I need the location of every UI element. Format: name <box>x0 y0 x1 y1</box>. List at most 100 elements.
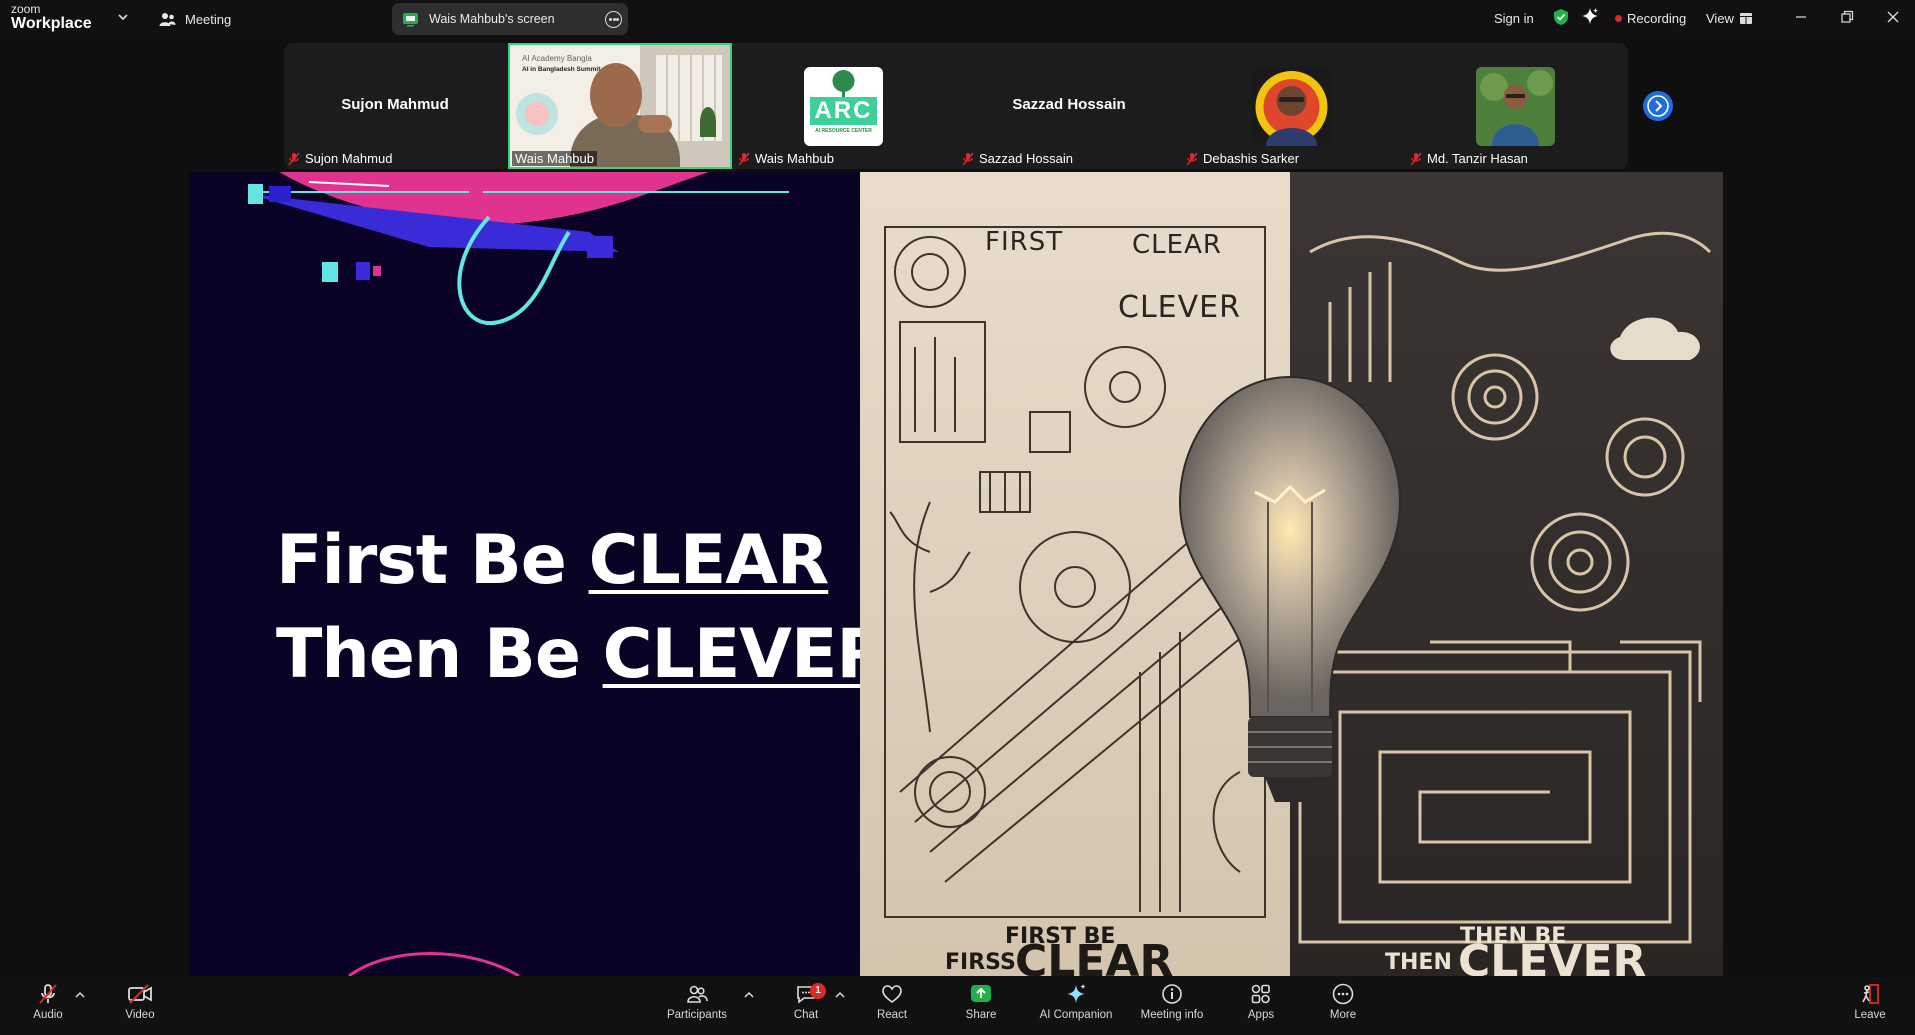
ai-companion-label: AI Companion <box>1039 1009 1113 1021</box>
video-banner-line1: AI Academy Bangla <box>522 54 592 63</box>
participant-label-text: Wais Mahbub <box>755 151 834 166</box>
participant-name-display: Sazzad Hossain <box>1012 96 1126 113</box>
meeting-menu-button[interactable]: Meeting <box>159 8 231 30</box>
participant-tile[interactable]: Debashis Sarker <box>1182 43 1404 169</box>
slide-text-panel: First Be CLEAR Then Be CLEVER <box>189 172 860 976</box>
muted-mic-icon <box>288 152 300 165</box>
participant-label: Wais Mahbub <box>738 151 834 166</box>
headline-line2: Then Be CLEVER <box>276 608 860 702</box>
minimize-icon[interactable] <box>1792 8 1810 26</box>
meeting-info-label: Meeting info <box>1140 1009 1204 1021</box>
grid-view-icon <box>1739 12 1752 24</box>
video-off-icon <box>128 984 152 1004</box>
apps-button[interactable]: Apps <box>1242 982 1280 1021</box>
video-button[interactable]: Video <box>118 982 162 1021</box>
participants-button[interactable]: Participants <box>664 982 730 1021</box>
restore-icon[interactable] <box>1838 8 1856 26</box>
chevron-right-icon <box>1647 95 1669 117</box>
chevron-down-icon[interactable] <box>116 10 130 24</box>
next-page-button[interactable] <box>1643 91 1673 121</box>
ai-sparkle-icon[interactable] <box>1581 7 1599 25</box>
zoom-workplace-logo[interactable]: zoom Workplace <box>11 3 92 32</box>
meeting-people-icon <box>159 12 176 26</box>
apps-icon <box>1251 984 1270 1004</box>
info-icon <box>1162 984 1182 1004</box>
speaker-hand <box>638 115 672 133</box>
art-text-then: THEN <box>1385 950 1452 975</box>
plant-decor <box>700 107 716 137</box>
audio-button[interactable]: Audio <box>26 982 70 1021</box>
screen-share-icon <box>403 12 418 27</box>
arc-logo-text: ARC <box>814 97 873 124</box>
art-text-clear: CLEAR <box>1132 230 1222 260</box>
muted-mic-icon <box>1186 152 1198 165</box>
heart-icon <box>882 985 902 1003</box>
participant-tile[interactable]: ARC AI RESOURCE CENTER Wais Mahbub <box>734 43 956 169</box>
participant-tile[interactable]: Md. Tanzir Hasan <box>1406 43 1628 169</box>
shared-screen[interactable]: First Be CLEAR Then Be CLEVER FIRST CLEA… <box>189 172 1723 976</box>
participant-label-text: Debashis Sarker <box>1203 151 1300 166</box>
art-text-firss: FIRSS <box>945 950 1016 975</box>
participants-options-caret-icon[interactable] <box>743 990 755 1000</box>
zoom-window: zoom Workplace Meeting Wais Mahbub's scr… <box>0 0 1915 1035</box>
chat-options-caret-icon[interactable] <box>834 990 846 1000</box>
participant-label-text: Wais Mahbub <box>512 151 597 166</box>
sign-in-label: Sign in <box>1494 10 1534 26</box>
leave-label: Leave <box>1854 1009 1886 1021</box>
react-button[interactable]: React <box>872 982 912 1021</box>
share-label: Share <box>965 1009 997 1021</box>
participant-label-text: Md. Tanzir Hasan <box>1427 151 1528 166</box>
participant-tile-active-speaker[interactable]: AI Academy Bangla AI in Bangladesh Summi… <box>508 43 732 169</box>
participant-label: Md. Tanzir Hasan <box>1410 151 1528 166</box>
close-icon[interactable] <box>1884 8 1902 26</box>
audio-options-caret-icon[interactable] <box>74 990 86 1000</box>
share-button[interactable]: Share <box>960 982 1002 1021</box>
apps-label: Apps <box>1247 1009 1275 1021</box>
speaker-head <box>590 63 642 127</box>
profile-photo-icon <box>1476 67 1555 146</box>
more-button[interactable]: More <box>1324 982 1362 1021</box>
participant-label: Wais Mahbub <box>512 151 597 166</box>
chat-button[interactable]: Chat 1 <box>786 982 826 1021</box>
leave-icon <box>1862 984 1879 1004</box>
participants-icon <box>687 985 708 1003</box>
brand-line2: Workplace <box>11 15 92 32</box>
video-label: Video <box>125 1009 155 1021</box>
more-options-icon[interactable] <box>605 11 622 28</box>
muted-mic-icon <box>39 984 57 1004</box>
share-pill-label: Wais Mahbub's screen <box>429 12 555 26</box>
meeting-info-button[interactable]: Meeting info <box>1136 982 1208 1021</box>
participant-avatar: ARC AI RESOURCE CENTER <box>804 67 883 146</box>
more-label: More <box>1329 1009 1357 1021</box>
slide-headline: First Be CLEAR Then Be CLEVER <box>276 514 860 702</box>
muted-mic-icon <box>962 152 974 165</box>
art-text-clever: CLEVER <box>1118 290 1241 325</box>
headline-line2-prefix: Then Be <box>276 615 603 694</box>
profile-photo-icon <box>1255 71 1328 146</box>
view-menu-button[interactable]: View <box>1706 6 1752 30</box>
recording-dot-icon <box>1615 14 1622 22</box>
participant-label-text: Sujon Mahmud <box>305 151 393 166</box>
meeting-label: Meeting <box>185 11 232 27</box>
view-label: View <box>1706 10 1734 26</box>
headline-line2-emphasis: CLEVER <box>602 615 860 694</box>
react-label: React <box>876 1009 908 1021</box>
share-screen-icon <box>971 985 991 1002</box>
participant-tile[interactable]: Sujon Mahmud Sujon Mahmud <box>284 43 506 169</box>
screen-share-indicator[interactable]: Wais Mahbub's screen <box>392 3 628 35</box>
video-banner-logo <box>516 93 558 135</box>
leave-button[interactable]: Leave <box>1852 982 1888 1021</box>
decorative-arc-graphic <box>348 952 520 976</box>
muted-mic-icon <box>738 152 750 165</box>
headline-line1-emphasis: CLEAR <box>588 521 830 600</box>
participant-tile[interactable]: Sazzad Hossain Sazzad Hossain <box>958 43 1180 169</box>
arc-logo-caption: AI RESOURCE CENTER <box>815 128 872 134</box>
decorative-wave-graphic <box>248 172 789 326</box>
sign-in-link[interactable]: Sign in <box>1494 6 1534 30</box>
participant-label: Debashis Sarker <box>1186 151 1299 166</box>
recording-indicator[interactable]: Recording <box>1615 6 1686 30</box>
security-shield-icon[interactable] <box>1553 8 1569 26</box>
ai-companion-button[interactable]: AI Companion <box>1036 982 1116 1021</box>
art-text-first: FIRST <box>985 227 1064 257</box>
muted-mic-icon <box>1410 152 1422 165</box>
